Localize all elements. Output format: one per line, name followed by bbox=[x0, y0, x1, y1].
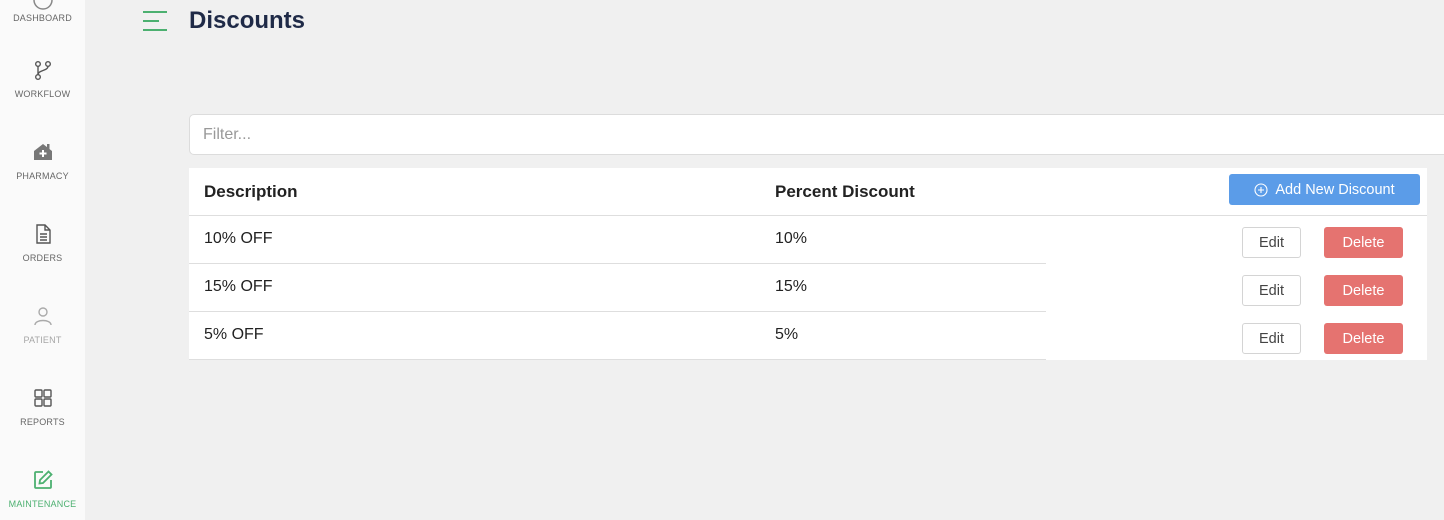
edit-button[interactable]: Edit bbox=[1242, 323, 1301, 354]
discount-percent: 5% bbox=[775, 326, 799, 343]
sidebar-item-patient[interactable]: PATIENT bbox=[0, 304, 85, 345]
sidebar-item-label: ORDERS bbox=[22, 253, 63, 263]
table-header-row: Description Percent Discount Add New Dis… bbox=[189, 168, 1427, 216]
sidebar-item-label: WORKFLOW bbox=[14, 89, 71, 99]
menu-toggle-button[interactable] bbox=[142, 8, 168, 34]
maintenance-icon bbox=[31, 468, 55, 492]
menu-icon bbox=[142, 11, 168, 38]
add-new-discount-label: Add New Discount bbox=[1275, 181, 1395, 198]
sidebar-item-label: PATIENT bbox=[23, 335, 62, 345]
sidebar-item-maintenance[interactable]: MAINTENANCE bbox=[0, 468, 85, 509]
table-row: 5% OFF 5% Edit Delete bbox=[189, 312, 1427, 360]
pharmacy-icon bbox=[31, 140, 55, 164]
add-new-discount-button[interactable]: Add New Discount bbox=[1229, 174, 1420, 205]
workflow-icon bbox=[31, 58, 55, 82]
discount-percent: 15% bbox=[775, 278, 808, 295]
discount-description: 15% OFF bbox=[204, 278, 273, 295]
delete-button[interactable]: Delete bbox=[1324, 323, 1403, 354]
edit-button[interactable]: Edit bbox=[1242, 227, 1301, 258]
discount-description: 10% OFF bbox=[204, 230, 273, 247]
reports-icon bbox=[31, 386, 55, 410]
delete-button[interactable]: Delete bbox=[1324, 227, 1403, 258]
page-title: Discounts bbox=[189, 7, 306, 34]
sidebar: DASHBOARD WORKFLOW PHARMACY ORDERS PATIE… bbox=[0, 0, 85, 520]
sidebar-item-workflow[interactable]: WORKFLOW bbox=[0, 58, 85, 99]
filter-input[interactable] bbox=[189, 114, 1444, 155]
sidebar-item-dashboard[interactable]: DASHBOARD bbox=[0, 0, 85, 23]
orders-icon bbox=[31, 222, 55, 246]
sidebar-item-pharmacy[interactable]: PHARMACY bbox=[0, 140, 85, 181]
table-row: 10% OFF 10% Edit Delete bbox=[189, 216, 1427, 264]
dashboard-icon bbox=[31, 0, 55, 12]
patient-icon bbox=[31, 304, 55, 328]
sidebar-item-label: REPORTS bbox=[20, 417, 65, 427]
sidebar-item-label: DASHBOARD bbox=[13, 13, 72, 23]
column-header-percent: Percent Discount bbox=[775, 182, 915, 201]
sidebar-item-label: MAINTENANCE bbox=[8, 499, 77, 509]
plus-circle-icon bbox=[1254, 182, 1268, 197]
discount-description: 5% OFF bbox=[204, 326, 264, 343]
divider bbox=[189, 359, 1046, 360]
sidebar-item-reports[interactable]: REPORTS bbox=[0, 386, 85, 427]
delete-button[interactable]: Delete bbox=[1324, 275, 1403, 306]
discounts-table: Description Percent Discount Add New Dis… bbox=[189, 168, 1427, 360]
column-header-description: Description bbox=[204, 182, 298, 201]
sidebar-item-orders[interactable]: ORDERS bbox=[0, 222, 85, 263]
table-row: 15% OFF 15% Edit Delete bbox=[189, 264, 1427, 312]
sidebar-item-label: PHARMACY bbox=[16, 171, 69, 181]
edit-button[interactable]: Edit bbox=[1242, 275, 1301, 306]
discount-percent: 10% bbox=[775, 230, 808, 247]
